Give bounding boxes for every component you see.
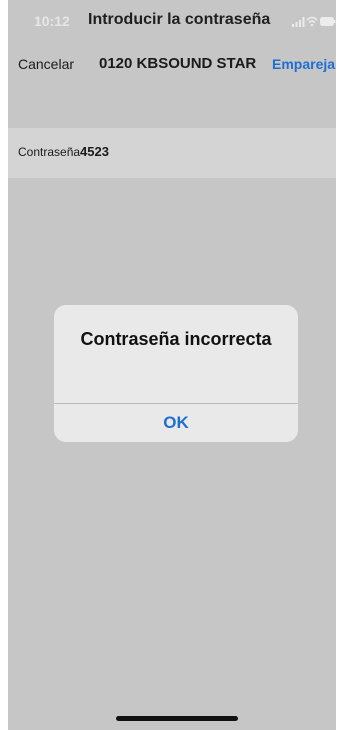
nav-bar: Cancelar 0120 KBSOUND STAR Emparejar	[8, 44, 336, 84]
ok-button[interactable]: OK	[54, 404, 298, 442]
password-row[interactable]: Contraseña 4523	[8, 128, 336, 178]
password-field[interactable]: 4523	[80, 144, 109, 159]
status-time: 10:12	[34, 13, 70, 29]
pair-button[interactable]: Emparejar	[272, 56, 336, 72]
wifi-icon	[306, 16, 318, 27]
screen: 10:12 Introducir la contraseña Cancelar …	[8, 0, 336, 730]
screen-title: Introducir la contraseña	[88, 11, 271, 28]
device-title: 0120 KBSOUND STAR	[99, 55, 257, 72]
status-bar: 10:12 Introducir la contraseña	[8, 0, 336, 44]
battery-icon	[320, 17, 336, 26]
alert-title: Contraseña incorrecta	[80, 329, 272, 349]
signal-icon	[292, 17, 305, 27]
cancel-button[interactable]: Cancelar	[18, 56, 74, 72]
home-indicator[interactable]	[116, 716, 238, 721]
error-alert: Contraseña incorrecta OK	[54, 305, 298, 442]
password-label: Contraseña	[18, 145, 81, 159]
